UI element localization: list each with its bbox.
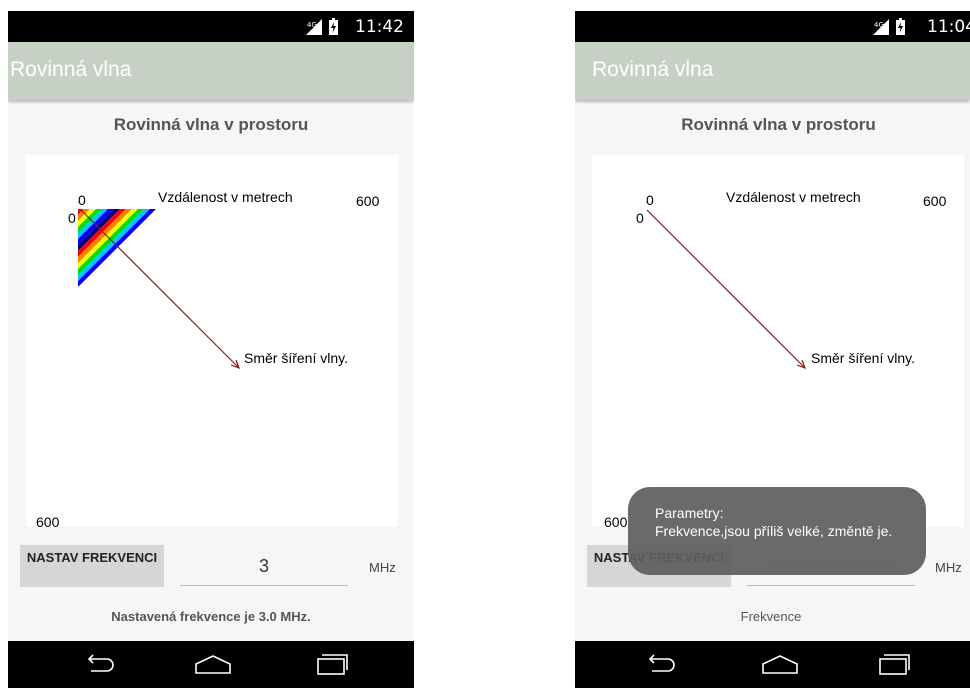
- frequency-info-text: Nastavená frekvence je 3.0 MHz.: [111, 609, 311, 624]
- direction-label: Směr šíření vlny.: [811, 350, 915, 366]
- set-frequency-button[interactable]: NASTAV FREKVENCI: [20, 545, 164, 587]
- svg-text:4G: 4G: [307, 21, 317, 29]
- status-bar: 4G 11:42: [8, 11, 414, 42]
- direction-arrow-line: [646, 209, 806, 369]
- status-clock: 11:42: [355, 17, 404, 37]
- recent-apps-icon[interactable]: [316, 653, 348, 675]
- app-title: Rovinná vlna: [592, 58, 714, 81]
- frequency-hint-text: Frekvence: [740, 609, 802, 624]
- back-arrow-icon[interactable]: [81, 653, 117, 675]
- battery-icon: [896, 18, 905, 35]
- status-clock: 11:04: [927, 17, 970, 37]
- x-axis-label: Vzdálenost v metrech: [726, 189, 861, 205]
- wave-stripes: [78, 209, 156, 287]
- svg-text:4G: 4G: [874, 21, 884, 29]
- direction-arrow-line: [80, 209, 240, 369]
- app-bar: Rovinná vlna: [575, 42, 970, 100]
- status-bar: 4G 11:04: [575, 11, 970, 42]
- page-heading: Rovinná vlna v prostoru: [681, 115, 876, 134]
- navigation-bar: [8, 641, 414, 688]
- wave-drawing: [78, 209, 241, 370]
- battery-icon: [329, 18, 338, 35]
- phone-screen-2: 4G 11:04 Rovinná vlna Rovinná vlna v pro…: [575, 11, 970, 688]
- wave-drawing: [646, 209, 807, 370]
- direction-label: Směr šíření vlny.: [244, 350, 348, 366]
- toast-message: Parametry: Frekvence,jsou příliš velké, …: [628, 487, 926, 575]
- phone-screen-1: 4G 11:42 Rovinná vlna Rovinná vlna v pro…: [8, 11, 414, 688]
- home-icon[interactable]: [194, 653, 232, 675]
- y-origin-label: 0: [68, 210, 76, 226]
- signal-4g-icon: 4G: [873, 19, 889, 35]
- y-max-label: 600: [36, 514, 60, 530]
- page-heading: Rovinná vlna v prostoru: [113, 115, 309, 134]
- x-axis-label: Vzdálenost v metrech: [158, 189, 293, 205]
- back-arrow-icon[interactable]: [642, 653, 678, 675]
- home-icon[interactable]: [761, 653, 799, 675]
- toast-title: Parametry:: [655, 505, 724, 521]
- x-max-label: 600: [923, 193, 947, 209]
- signal-4g-icon: 4G: [306, 19, 322, 35]
- x-max-label: 600: [356, 193, 380, 209]
- wave-canvas: 0 0 Vzdálenost v metrech 600 600 Směr ší…: [592, 155, 964, 530]
- app-title: Rovinná vlna: [10, 58, 132, 81]
- y-origin-label: 0: [636, 210, 644, 226]
- unit-label: MHz: [935, 560, 962, 575]
- navigation-bar: [575, 641, 970, 688]
- y-max-label: 600: [604, 514, 628, 530]
- app-bar: Rovinná vlna: [8, 42, 414, 100]
- frequency-input[interactable]: 3: [180, 547, 348, 586]
- x-origin-label: 0: [646, 192, 654, 208]
- unit-label: MHz: [369, 560, 396, 575]
- wave-canvas: 0 0 Vzdálenost v metrech 600 600 Směr ší…: [26, 155, 398, 530]
- x-origin-label: 0: [78, 192, 86, 208]
- recent-apps-icon[interactable]: [878, 653, 910, 675]
- toast-body: Frekvence,jsou příliš velké, změntě je.: [655, 523, 893, 539]
